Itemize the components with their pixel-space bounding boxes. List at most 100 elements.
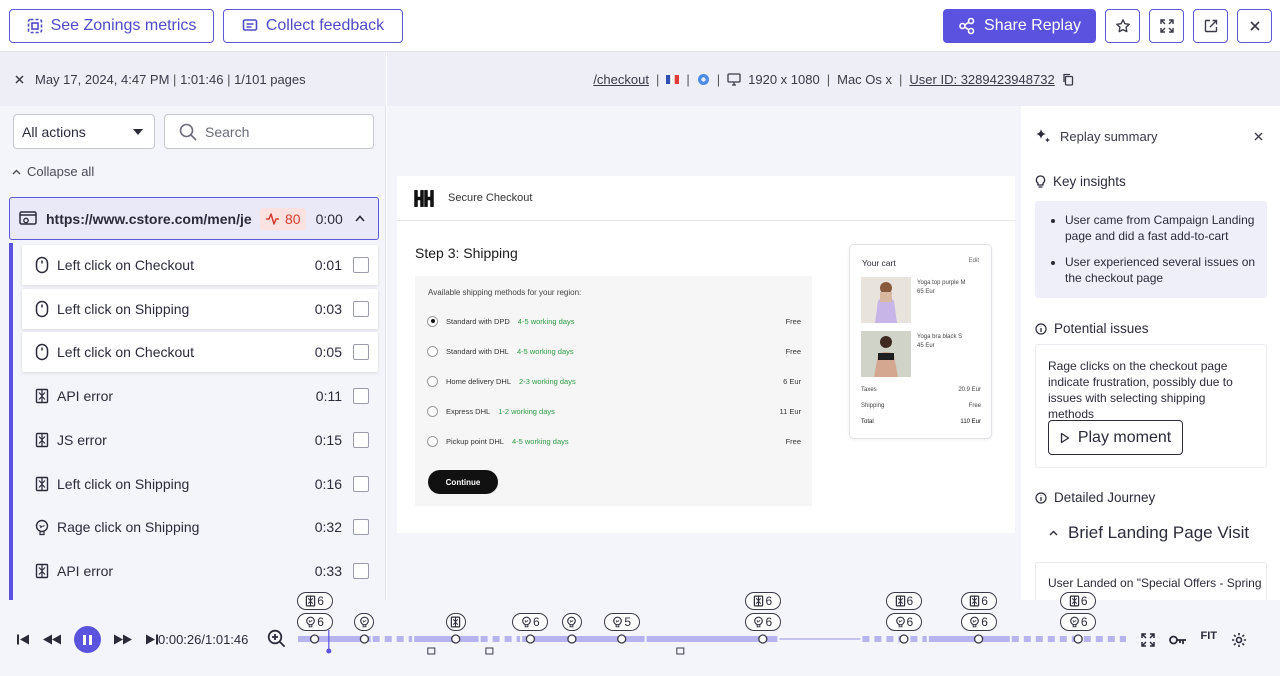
shipping-option[interactable]: Express DHL 1-2 working days 11 Eur xyxy=(427,403,801,419)
error-marker-bubble[interactable]: 6 xyxy=(296,592,333,610)
rage-click-marker-bubble[interactable]: 6 xyxy=(885,613,922,631)
shipping-option[interactable]: Pickup point DHL 4-5 working days Free xyxy=(427,433,801,449)
timeline-marker-dot[interactable] xyxy=(451,634,461,644)
play-moment-button[interactable]: Play moment xyxy=(1048,420,1183,455)
favorite-button[interactable] xyxy=(1105,9,1140,43)
cart-item-price: 65 Eur xyxy=(917,289,935,295)
action-checkbox[interactable] xyxy=(353,388,369,404)
radio-button[interactable] xyxy=(427,375,438,387)
rage-click-marker-bubble[interactable]: 6 xyxy=(744,613,781,631)
key-insights-heading: Key insights xyxy=(1035,174,1126,189)
action-filter-value: All actions xyxy=(22,123,86,140)
error-marker-bubble[interactable]: 6 xyxy=(885,592,922,610)
timeline-marker-dot[interactable] xyxy=(617,634,627,644)
fit-button[interactable]: FIT xyxy=(1201,630,1218,642)
summary-title: Replay summary xyxy=(1060,128,1158,144)
radio-button[interactable] xyxy=(427,435,438,447)
fullscreen-timeline-icon[interactable] xyxy=(1141,633,1155,647)
error-marker-bubble[interactable]: 6 xyxy=(1060,592,1097,610)
action-row[interactable]: Rage click on Shipping 0:32 xyxy=(22,507,378,547)
timeline-marker-dot[interactable] xyxy=(899,634,909,644)
rage-click-marker-bubble[interactable] xyxy=(354,613,375,631)
close-replay-button[interactable] xyxy=(1237,9,1272,43)
radio-button[interactable] xyxy=(427,315,438,327)
rage-click-marker-bubble[interactable]: 6 xyxy=(960,613,997,631)
potential-issues-text: Rage clicks on the checkout page indicat… xyxy=(1048,359,1233,421)
page-entry-row[interactable]: https://www.cstore.com/men/je... 80 0:00 xyxy=(9,197,379,240)
action-checkbox[interactable] xyxy=(353,432,369,448)
action-row[interactable]: Left click on Checkout 0:01 xyxy=(22,245,378,285)
key-insights-list: User came from Campaign Landing page and… xyxy=(1035,201,1267,298)
info-icon xyxy=(1035,491,1047,504)
rage-click-marker-bubble[interactable] xyxy=(561,613,582,631)
collect-feedback-button[interactable]: Collect feedback xyxy=(223,9,403,43)
key-icon[interactable] xyxy=(1169,634,1187,646)
action-filter-select[interactable]: All actions xyxy=(13,114,155,149)
close-icon[interactable] xyxy=(14,74,25,85)
cart-edit-link[interactable]: Edit xyxy=(969,258,979,264)
action-checkbox[interactable] xyxy=(353,519,369,535)
settings-gear-icon[interactable] xyxy=(1231,632,1247,648)
continue-button[interactable]: Continue xyxy=(428,470,498,494)
radio-button[interactable] xyxy=(427,405,438,417)
user-id-link[interactable]: User ID: 3289423948732 xyxy=(909,72,1054,87)
marker-count: 6 xyxy=(317,615,324,629)
shipping-option-name: Standard with DHL xyxy=(446,346,509,356)
action-checkbox[interactable] xyxy=(353,257,369,273)
shipping-option[interactable]: Standard with DHL 4-5 working days Free xyxy=(427,343,801,359)
marker-count: 6 xyxy=(1080,594,1088,608)
action-row[interactable]: Left click on Shipping 0:16 xyxy=(22,464,378,504)
error-marker-bubble[interactable]: 6 xyxy=(744,592,781,610)
action-checkbox[interactable] xyxy=(353,344,369,360)
rage-click-marker-bubble[interactable]: 6 xyxy=(512,613,549,631)
action-row[interactable]: API error 0:33 xyxy=(22,551,378,591)
action-row[interactable]: Left click on Shipping 0:03 xyxy=(22,289,378,329)
pulse-icon xyxy=(266,212,279,225)
action-search-input[interactable]: Search xyxy=(164,114,374,149)
feedback-marker-icon[interactable] xyxy=(485,647,494,655)
rage-click-marker-bubble[interactable]: 6 xyxy=(1060,613,1097,631)
rage-click-marker-bubble[interactable]: 5 xyxy=(603,613,640,631)
action-checkbox[interactable] xyxy=(353,476,369,492)
copy-icon[interactable] xyxy=(1062,73,1074,86)
share-replay-button[interactable]: Share Replay xyxy=(943,9,1096,43)
feedback-marker-icon[interactable] xyxy=(676,647,685,655)
timeline-marker-dot[interactable] xyxy=(525,634,536,644)
timeline-track[interactable]: 6 6 6 5 6 6 6 6 6 6 6 6 xyxy=(0,592,1280,676)
collect-feedback-label: Collect feedback xyxy=(265,17,385,34)
see-zonings-metrics-button[interactable]: See Zonings metrics xyxy=(9,9,214,43)
cart-shipping-row: Shipping Free xyxy=(861,403,981,409)
chevron-up-icon[interactable] xyxy=(355,215,365,222)
timeline-marker-dot[interactable] xyxy=(359,634,370,644)
page-path-link[interactable]: /checkout xyxy=(593,72,649,87)
shipping-option[interactable]: Standard with DPD 4-5 working days Free xyxy=(427,313,801,329)
timeline-marker-dot[interactable] xyxy=(758,634,768,644)
feedback-marker-icon[interactable] xyxy=(427,647,436,655)
marker-count: 6 xyxy=(765,615,773,629)
collapse-all-button[interactable]: Collapse all xyxy=(12,164,94,179)
timeline-marker-dot[interactable] xyxy=(1073,634,1083,644)
page-info-bar: /checkout | | | 1920 x 1080 | Mac Os x |… xyxy=(387,52,1280,106)
timeline-marker-dot[interactable] xyxy=(567,634,577,644)
rage-click-marker-bubble[interactable]: 6 xyxy=(296,613,333,631)
radio-button[interactable] xyxy=(427,345,438,357)
timeline-marker-dot[interactable] xyxy=(973,634,984,644)
timeline-marker-dot[interactable] xyxy=(309,634,320,644)
error-marker-bubble[interactable]: 6 xyxy=(960,592,997,610)
open-external-button[interactable] xyxy=(1193,9,1228,43)
action-row[interactable]: Left click on Checkout 0:05 xyxy=(22,332,378,372)
journey-text: User Landed on "Special Offers - Spring xyxy=(1048,576,1262,590)
action-checkbox[interactable] xyxy=(353,301,369,317)
action-row[interactable]: API error 0:11 xyxy=(22,376,378,416)
action-row[interactable]: JS error 0:15 xyxy=(22,420,378,460)
close-icon[interactable] xyxy=(1254,132,1263,141)
action-checkbox[interactable] xyxy=(353,563,369,579)
operating-system: Mac Os x xyxy=(837,71,893,87)
shipping-option[interactable]: Home delivery DHL 2-3 working days 6 Eur xyxy=(427,373,801,389)
error-marker-bubble[interactable] xyxy=(445,613,466,631)
france-flag-icon xyxy=(666,74,680,84)
feedback-icon xyxy=(242,19,258,31)
brief-landing-toggle[interactable]: Brief Landing Page Visit xyxy=(1049,523,1249,543)
taxes-value: 20.9 Eur xyxy=(958,387,981,393)
fullscreen-button[interactable] xyxy=(1149,9,1184,43)
